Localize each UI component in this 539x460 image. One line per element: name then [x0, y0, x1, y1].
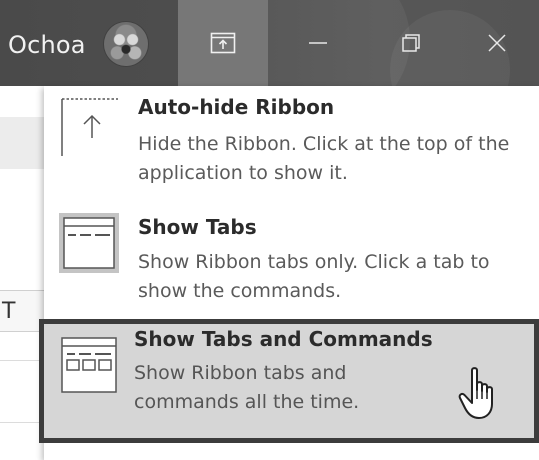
ribbon-display-options-icon: [210, 32, 236, 54]
menu-item-show-tabs[interactable]: Show Tabs Show Ribbon tabs only. Click a…: [44, 206, 539, 320]
maximize-icon: [402, 34, 420, 52]
column-header-cell[interactable]: T: [0, 290, 44, 332]
document-left-edge: T: [0, 86, 44, 460]
minimize-icon: [309, 42, 327, 44]
close-button[interactable]: [454, 0, 539, 86]
menu-item-title: Show Tabs and Commands: [134, 327, 433, 351]
ribbon-display-options-button[interactable]: [178, 0, 268, 86]
menu-item-title: Show Tabs: [138, 215, 257, 239]
avatar[interactable]: [104, 22, 148, 66]
menu-item-description: Hide the Ribbon. Click at the top of the…: [138, 133, 510, 184]
show-tabs-icon: [59, 213, 119, 273]
hand-pointer-cursor-icon: [458, 367, 493, 419]
menu-item-auto-hide-ribbon[interactable]: Auto-hide Ribbon Hide the Ribbon. Click …: [44, 86, 539, 206]
gridline: [0, 360, 44, 361]
account-name[interactable]: Ochoa: [8, 30, 86, 60]
auto-hide-ribbon-icon: [61, 98, 118, 156]
maximize-button[interactable]: [368, 0, 454, 86]
show-tabs-and-commands-icon: [61, 337, 117, 393]
gridline: [0, 422, 44, 423]
menu-item-description: Show Ribbon tabs only. Click a tab to sh…: [138, 251, 490, 302]
ribbon-band-edge: [0, 117, 44, 169]
minimize-button[interactable]: [268, 0, 368, 86]
close-icon: [487, 34, 506, 52]
title-bar: Ochoa: [0, 0, 539, 86]
menu-item-description: Show Ribbon tabs and commands all the ti…: [134, 362, 360, 413]
menu-item-title: Auto-hide Ribbon: [138, 95, 335, 119]
